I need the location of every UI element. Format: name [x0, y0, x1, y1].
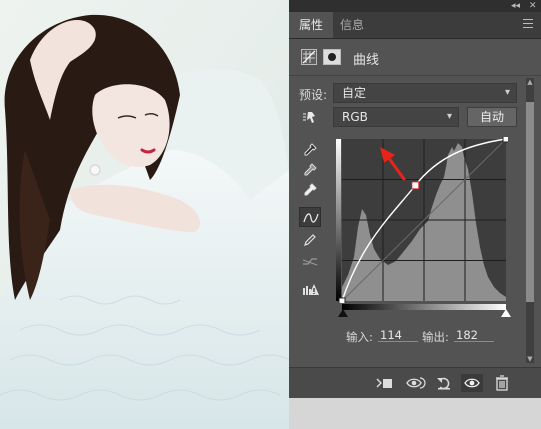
pencil-tool[interactable] [299, 230, 321, 250]
divider [289, 75, 541, 76]
clip-to-layer-icon [376, 378, 392, 388]
black-point-slider[interactable] [338, 309, 348, 317]
black-eyedropper-tool[interactable] [299, 140, 321, 160]
white-eyedropper-icon [304, 183, 317, 196]
auto-button[interactable]: 自动 [467, 107, 517, 127]
tab-info[interactable]: 信息 [330, 12, 374, 38]
layer-mask-icon[interactable] [323, 49, 341, 65]
curve-point-white[interactable] [502, 137, 508, 143]
gray-eyedropper-icon [304, 163, 317, 176]
on-image-adjust-tool[interactable] [299, 107, 321, 127]
on-image-adjust-icon [303, 112, 315, 123]
photo-canvas [0, 0, 289, 429]
white-eyedropper-tool[interactable] [299, 180, 321, 200]
reset-icon [437, 377, 450, 390]
preset-select[interactable]: 自定 ▾ [333, 83, 517, 103]
pencil-icon [304, 234, 316, 246]
collapse-panel-icon[interactable]: ◂◂ [511, 0, 520, 12]
scroll-down-icon[interactable]: ▼ [526, 355, 534, 363]
delete-button[interactable] [491, 374, 513, 392]
clipping-warning-icon [303, 284, 319, 295]
smooth-tool[interactable] [299, 252, 321, 272]
panel-menu-icon[interactable] [523, 19, 533, 29]
window-bottom-area [289, 398, 541, 429]
curve-points-tool[interactable] [299, 207, 321, 227]
input-label: 输入: [346, 330, 373, 344]
clipping-warning-tool[interactable] [299, 280, 321, 300]
preset-value: 自定 [342, 86, 367, 100]
scroll-up-icon[interactable]: ▲ [526, 78, 534, 86]
channel-select[interactable]: RGB ▾ [333, 107, 459, 127]
close-panel-icon[interactable]: ✕ [529, 0, 537, 12]
output-field[interactable]: 182 [454, 328, 494, 342]
curve-points-icon [303, 213, 319, 223]
panel-tabs: 属性 信息 [289, 12, 541, 39]
gray-eyedropper-tool[interactable] [299, 160, 321, 180]
properties-panel: ◂◂ ✕ 属性 信息 曲线 预设: 自定 ▾ RGB ▾ 自动 输入: 114 … [289, 0, 541, 429]
input-field[interactable]: 114 [378, 328, 418, 342]
chevron-down-icon: ▾ [446, 111, 452, 122]
panel-bottom-toolbar [289, 367, 541, 398]
white-point-slider[interactable] [501, 309, 511, 317]
panel-title-strip: ◂◂ ✕ [289, 0, 541, 12]
panel-scrollbar[interactable]: ▲ ▼ [526, 78, 534, 363]
curve-point-selected[interactable] [411, 181, 420, 190]
preset-label: 预设: [299, 88, 328, 102]
visibility-eye-icon [464, 378, 480, 388]
view-previous-button[interactable] [403, 374, 426, 392]
reset-button[interactable] [433, 374, 455, 392]
view-previous-icon [406, 377, 426, 389]
black-eyedropper-icon [304, 143, 317, 156]
curves-graph[interactable] [336, 137, 508, 303]
adjustment-header: 曲线 [289, 39, 541, 75]
scroll-thumb[interactable] [526, 102, 534, 302]
curves-adjustment-icon[interactable] [301, 49, 317, 65]
visibility-toggle[interactable] [461, 374, 483, 392]
input-gradient-bar [342, 304, 506, 310]
curve-point-black[interactable] [338, 297, 346, 303]
chevron-down-icon: ▾ [504, 87, 510, 98]
smooth-icon [302, 258, 318, 266]
output-label: 输出: [422, 330, 449, 344]
channel-value: RGB [342, 110, 368, 124]
output-gradient-bar [336, 139, 341, 301]
clip-to-layer-button[interactable] [373, 374, 395, 392]
trash-icon [496, 375, 508, 391]
tab-properties[interactable]: 属性 [289, 12, 334, 38]
adjustment-title: 曲线 [353, 53, 380, 68]
